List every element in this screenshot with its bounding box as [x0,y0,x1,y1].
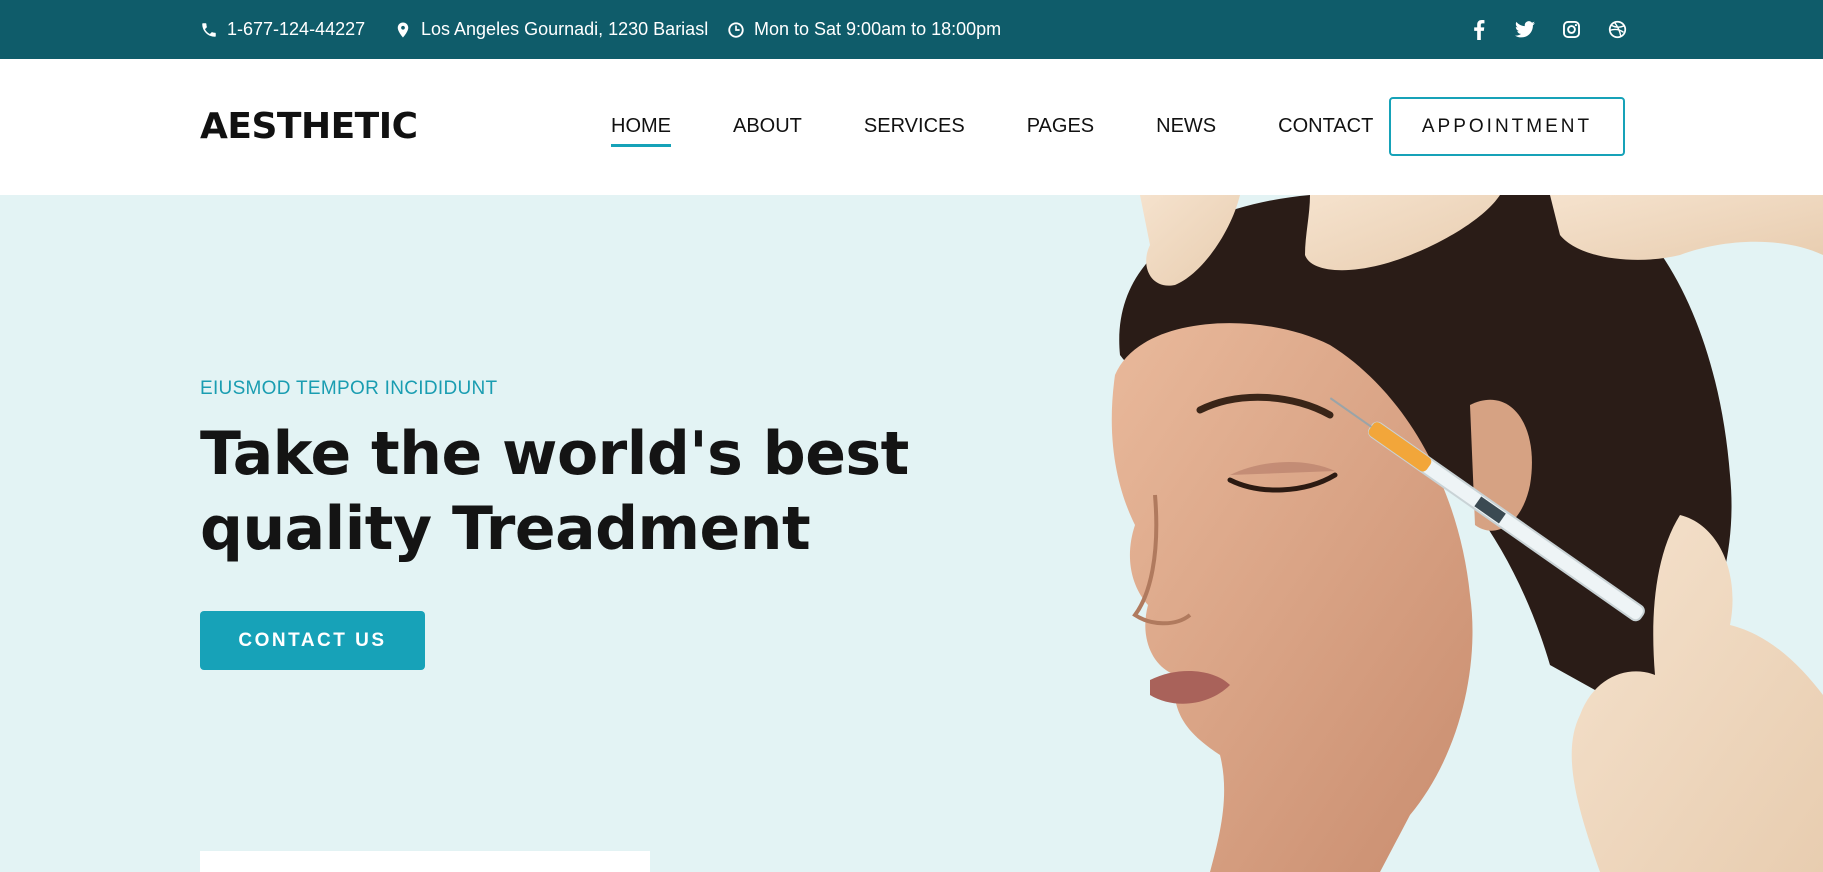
phone-icon [200,21,218,39]
nav-news[interactable]: NEWS [1156,115,1216,144]
hero-headline: Take the world's best quality Treadment [200,417,920,567]
facebook-icon[interactable] [1469,19,1489,40]
twitter-icon[interactable] [1515,20,1535,40]
dribbble-icon[interactable] [1607,20,1627,40]
address-info: Los Angeles Gournadi, 1230 Bariasl [394,0,708,59]
hours-info: Mon to Sat 9:00am to 18:00pm [727,0,1001,59]
appointment-button[interactable]: APPOINTMENT [1389,97,1625,156]
clock-icon [727,21,745,39]
main-nav: HOME ABOUT SERVICES PAGES NEWS CONTACT [611,115,1435,147]
hero-headline-line-2: quality Treadment [200,494,811,564]
nav-contact[interactable]: CONTACT [1278,115,1373,144]
nav-pages[interactable]: PAGES [1027,115,1094,144]
nav-services[interactable]: SERVICES [864,115,965,144]
site-logo[interactable]: AESTHETIC [200,106,418,147]
phone-number: 1-677-124-44227 [227,19,366,39]
hero-headline-line-1: Take the world's best [200,419,909,489]
main-header: AESTHETIC HOME ABOUT SERVICES PAGES NEWS… [0,59,1823,195]
hero-image [1111,195,1823,872]
contact-us-button[interactable]: CONTACT US [200,611,425,670]
address-text: Los Angeles Gournadi, 1230 Bariasl [421,19,709,39]
top-info-bar: 1-677-124-44227 Los Angeles Gournadi, 12… [0,0,1823,59]
feature-card-peek [200,851,650,872]
nav-about[interactable]: ABOUT [733,115,802,144]
hero-section: EIUSMOD TEMPOR INCIDIDUNT Take the world… [0,195,1823,872]
instagram-icon[interactable] [1561,20,1581,40]
phone-info[interactable]: 1-677-124-44227 [200,0,365,59]
hero-eyebrow: EIUSMOD TEMPOR INCIDIDUNT [200,378,498,399]
social-links [1469,0,1627,59]
nav-home[interactable]: HOME [611,115,671,147]
hours-text: Mon to Sat 9:00am to 18:00pm [754,19,1002,39]
map-pin-icon [394,21,412,39]
